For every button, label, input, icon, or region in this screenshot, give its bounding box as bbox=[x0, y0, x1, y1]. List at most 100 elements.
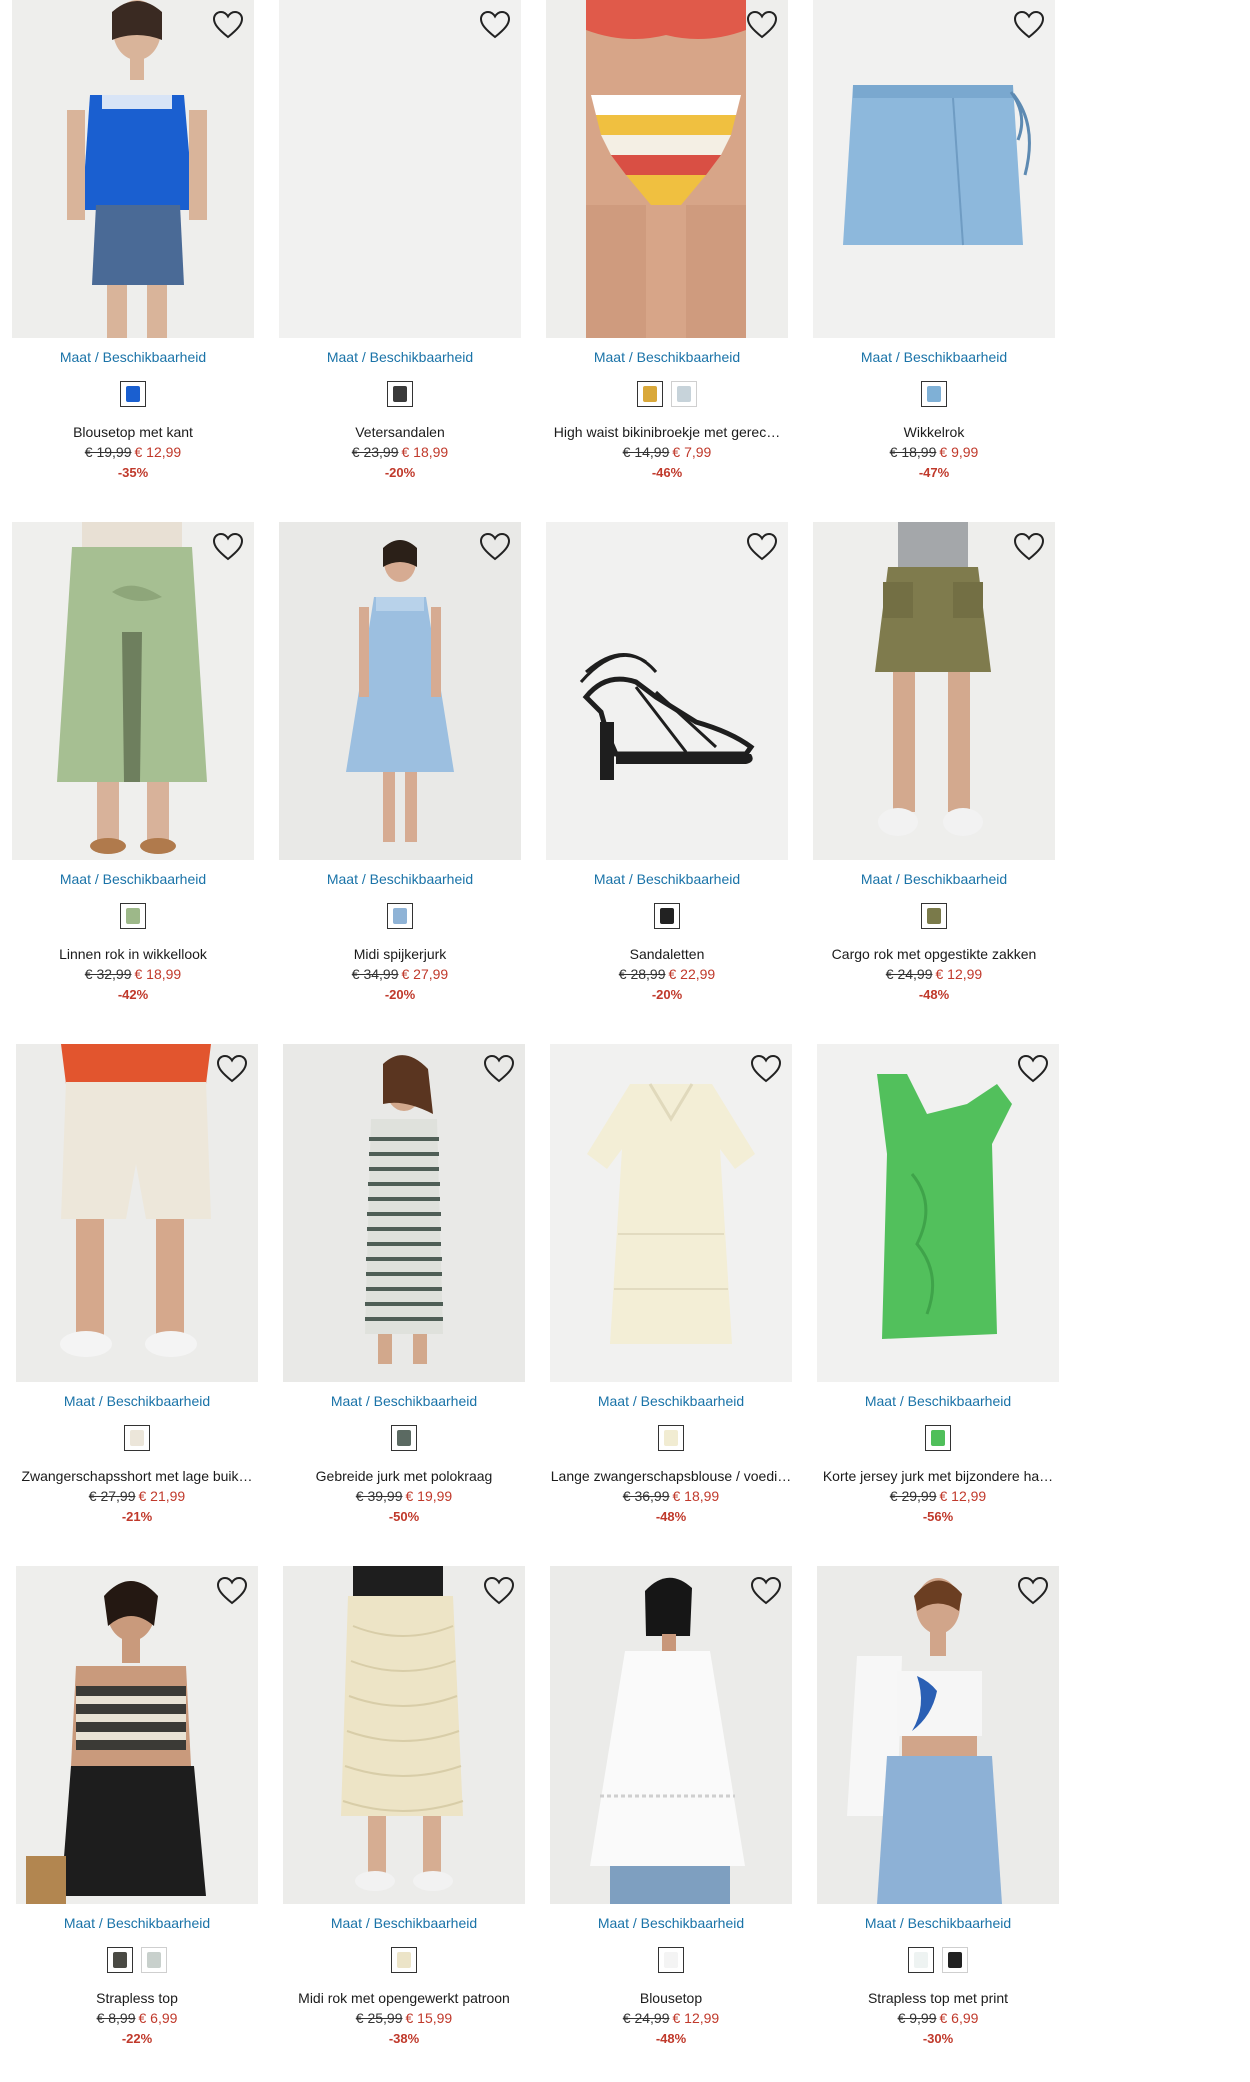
product-card[interactable]: Maat / Beschikbaarheid Blousetop € 24,99 € … bbox=[550, 1566, 792, 2062]
size-availability-link[interactable]: Maat / Beschikbaarheid bbox=[16, 1393, 258, 1409]
wishlist-heart-icon[interactable] bbox=[483, 1054, 515, 1084]
product-image[interactable] bbox=[817, 1044, 1059, 1382]
product-name[interactable]: Korte jersey jurk met bijzondere ha… bbox=[817, 1468, 1059, 1484]
size-availability-link[interactable]: Maat / Beschikbaarheid bbox=[279, 871, 521, 887]
wishlist-heart-icon[interactable] bbox=[1013, 532, 1045, 562]
product-card[interactable]: Maat / Beschikbaarheid Blousetop met kant… bbox=[12, 0, 254, 496]
color-swatch[interactable] bbox=[107, 1947, 133, 1973]
product-name[interactable]: Midi spijkerjurk bbox=[279, 946, 521, 962]
size-availability-link[interactable]: Maat / Beschikbaarheid bbox=[813, 871, 1055, 887]
product-image[interactable] bbox=[817, 1566, 1059, 1904]
size-availability-link[interactable]: Maat / Beschikbaarheid bbox=[283, 1393, 525, 1409]
product-image[interactable] bbox=[279, 522, 521, 860]
wishlist-heart-icon[interactable] bbox=[483, 1576, 515, 1606]
product-card[interactable]: Maat / Beschikbaarheid Wikkelrok € 18,99 € … bbox=[813, 0, 1055, 496]
size-availability-link[interactable]: Maat / Beschikbaarheid bbox=[12, 349, 254, 365]
size-availability-link[interactable]: Maat / Beschikbaarheid bbox=[16, 1915, 258, 1931]
product-card[interactable]: Maat / Beschikbaarheid Strapless top € 8,9… bbox=[16, 1566, 258, 2062]
product-card[interactable]: Maat / Beschikbaarheid Midi spijkerjurk € … bbox=[279, 522, 521, 1018]
product-image[interactable] bbox=[550, 1044, 792, 1382]
product-name[interactable]: Strapless top bbox=[16, 1990, 258, 2006]
product-name[interactable]: Vetersandalen bbox=[279, 424, 521, 440]
product-image[interactable] bbox=[16, 1044, 258, 1382]
product-card[interactable]: Maat / Beschikbaarheid High waist bikinib… bbox=[546, 0, 788, 496]
product-name[interactable]: High waist bikinibroekje met gerec… bbox=[546, 424, 788, 440]
product-image[interactable] bbox=[12, 522, 254, 860]
product-image[interactable] bbox=[279, 0, 521, 338]
color-swatch[interactable] bbox=[391, 1947, 417, 1973]
product-image[interactable] bbox=[813, 522, 1055, 860]
product-image[interactable] bbox=[12, 0, 254, 338]
product-card[interactable]: Maat / Beschikbaarheid Vetersandalen € 23,… bbox=[279, 0, 521, 496]
product-card[interactable]: Maat / Beschikbaarheid Cargo rok met opge… bbox=[813, 522, 1055, 1018]
color-swatch[interactable] bbox=[387, 381, 413, 407]
wishlist-heart-icon[interactable] bbox=[750, 1054, 782, 1084]
wishlist-heart-icon[interactable] bbox=[216, 1054, 248, 1084]
color-swatch[interactable] bbox=[658, 1425, 684, 1451]
product-card[interactable]: Maat / Beschikbaarheid Zwangerschapsshort… bbox=[16, 1044, 258, 1540]
discount-badge: -30% bbox=[922, 2031, 954, 2046]
product-name[interactable]: Blousetop met kant bbox=[12, 424, 254, 440]
product-name[interactable]: Zwangerschapsshort met lage buik… bbox=[16, 1468, 258, 1484]
product-card[interactable]: Maat / Beschikbaarheid Strapless top met … bbox=[817, 1566, 1059, 2062]
product-name[interactable]: Lange zwangerschapsblouse / voedi… bbox=[550, 1468, 792, 1484]
product-card[interactable]: Maat / Beschikbaarheid Korte jersey jurk … bbox=[817, 1044, 1059, 1540]
product-name[interactable]: Cargo rok met opgestikte zakken bbox=[813, 946, 1055, 962]
wishlist-heart-icon[interactable] bbox=[746, 10, 778, 40]
product-image[interactable] bbox=[546, 522, 788, 860]
product-card[interactable]: Maat / Beschikbaarheid Linnen rok in wikk… bbox=[12, 522, 254, 1018]
wishlist-heart-icon[interactable] bbox=[212, 10, 244, 40]
size-availability-link[interactable]: Maat / Beschikbaarheid bbox=[550, 1393, 792, 1409]
color-swatch[interactable] bbox=[671, 381, 697, 407]
color-swatch[interactable] bbox=[124, 1425, 150, 1451]
size-availability-link[interactable]: Maat / Beschikbaarheid bbox=[546, 349, 788, 365]
size-availability-link[interactable]: Maat / Beschikbaarheid bbox=[546, 871, 788, 887]
wishlist-heart-icon[interactable] bbox=[1017, 1576, 1049, 1606]
color-swatch[interactable] bbox=[120, 903, 146, 929]
size-availability-link[interactable]: Maat / Beschikbaarheid bbox=[279, 349, 521, 365]
color-swatch[interactable] bbox=[141, 1947, 167, 1973]
product-image[interactable] bbox=[550, 1566, 792, 1904]
wishlist-heart-icon[interactable] bbox=[1017, 1054, 1049, 1084]
size-availability-link[interactable]: Maat / Beschikbaarheid bbox=[550, 1915, 792, 1931]
color-swatch[interactable] bbox=[387, 903, 413, 929]
color-swatch[interactable] bbox=[925, 1425, 951, 1451]
size-availability-link[interactable]: Maat / Beschikbaarheid bbox=[12, 871, 254, 887]
product-name[interactable]: Midi rok met opengewerkt patroon bbox=[283, 1990, 525, 2006]
product-name[interactable]: Wikkelrok bbox=[813, 424, 1055, 440]
wishlist-heart-icon[interactable] bbox=[746, 532, 778, 562]
product-image[interactable] bbox=[283, 1044, 525, 1382]
size-availability-link[interactable]: Maat / Beschikbaarheid bbox=[813, 349, 1055, 365]
color-swatch[interactable] bbox=[637, 381, 663, 407]
wishlist-heart-icon[interactable] bbox=[479, 532, 511, 562]
wishlist-heart-icon[interactable] bbox=[216, 1576, 248, 1606]
product-image[interactable] bbox=[16, 1566, 258, 1904]
product-image[interactable] bbox=[283, 1566, 525, 1904]
color-swatch[interactable] bbox=[921, 903, 947, 929]
product-image[interactable] bbox=[546, 0, 788, 338]
color-swatch[interactable] bbox=[921, 381, 947, 407]
product-card[interactable]: Maat / Beschikbaarheid Sandaletten € 28,99… bbox=[546, 522, 788, 1018]
size-availability-link[interactable]: Maat / Beschikbaarheid bbox=[283, 1915, 525, 1931]
product-name[interactable]: Gebreide jurk met polokraag bbox=[283, 1468, 525, 1484]
color-swatch[interactable] bbox=[908, 1947, 934, 1973]
product-name[interactable]: Sandaletten bbox=[546, 946, 788, 962]
product-card[interactable]: Maat / Beschikbaarheid Midi rok met openg… bbox=[283, 1566, 525, 2062]
wishlist-heart-icon[interactable] bbox=[212, 532, 244, 562]
color-swatch[interactable] bbox=[654, 903, 680, 929]
product-name[interactable]: Linnen rok in wikkellook bbox=[12, 946, 254, 962]
size-availability-link[interactable]: Maat / Beschikbaarheid bbox=[817, 1915, 1059, 1931]
size-availability-link[interactable]: Maat / Beschikbaarheid bbox=[817, 1393, 1059, 1409]
wishlist-heart-icon[interactable] bbox=[479, 10, 511, 40]
wishlist-heart-icon[interactable] bbox=[750, 1576, 782, 1606]
product-image[interactable] bbox=[813, 0, 1055, 338]
wishlist-heart-icon[interactable] bbox=[1013, 10, 1045, 40]
color-swatch[interactable] bbox=[942, 1947, 968, 1973]
product-name[interactable]: Blousetop bbox=[550, 1990, 792, 2006]
product-card[interactable]: Maat / Beschikbaarheid Lange zwangerschap… bbox=[550, 1044, 792, 1540]
color-swatch[interactable] bbox=[391, 1425, 417, 1451]
product-card[interactable]: Maat / Beschikbaarheid Gebreide jurk met … bbox=[283, 1044, 525, 1540]
color-swatch[interactable] bbox=[120, 381, 146, 407]
product-name[interactable]: Strapless top met print bbox=[817, 1990, 1059, 2006]
color-swatch[interactable] bbox=[658, 1947, 684, 1973]
